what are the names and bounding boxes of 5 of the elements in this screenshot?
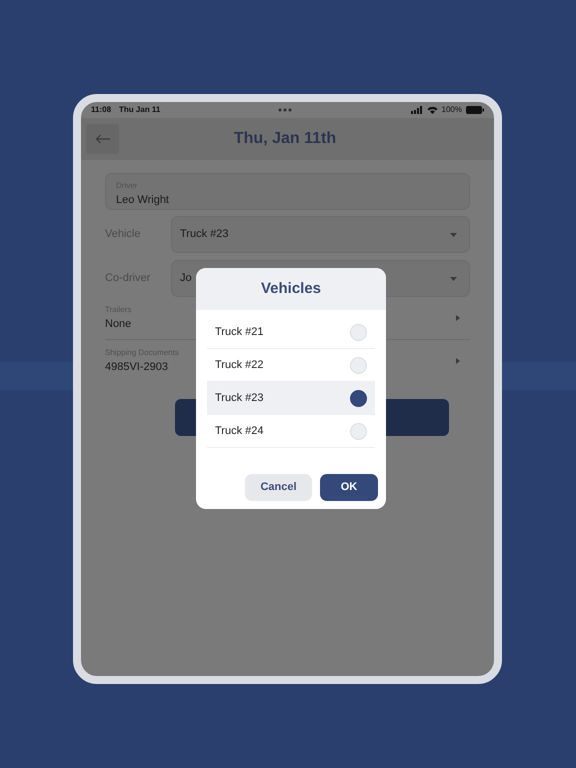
page-title: Thu, Jan 11th (234, 130, 336, 147)
battery-percent: 100% (442, 104, 462, 116)
dialog-title: Vehicles (260, 278, 322, 299)
status-date: Thu Jan 11 (119, 104, 160, 116)
status-time: 11:08 (91, 104, 112, 116)
